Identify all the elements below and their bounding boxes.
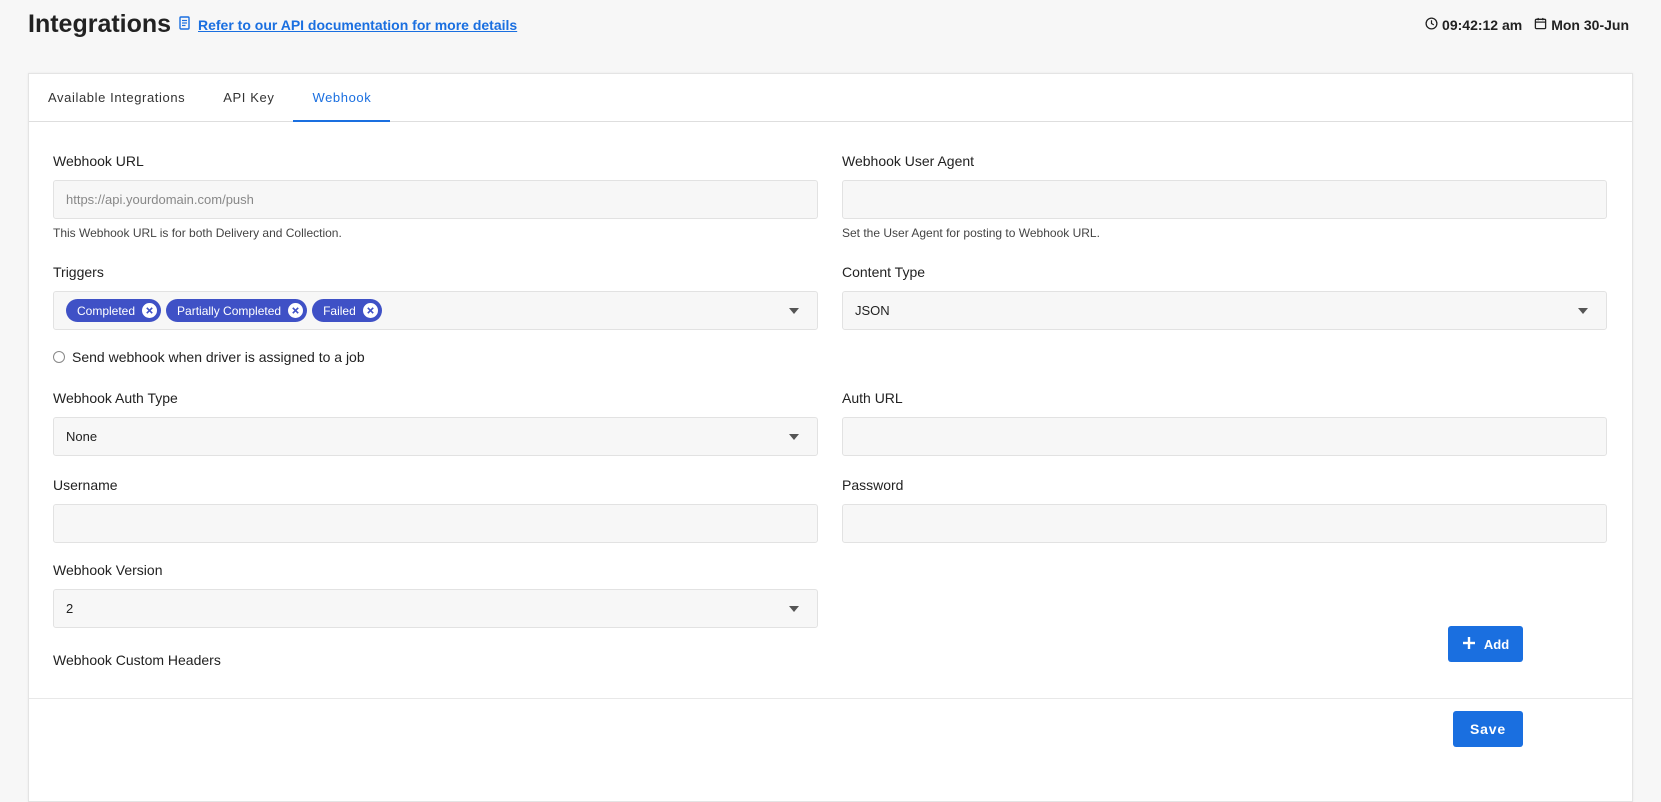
footer-divider — [29, 698, 1632, 699]
custom-headers-label: Webhook Custom Headers — [53, 652, 221, 668]
tab-api-key[interactable]: API Key — [204, 74, 293, 121]
trigger-chip: Failed — [312, 299, 382, 322]
document-icon — [178, 16, 192, 33]
trigger-chip: Partially Completed — [166, 299, 308, 322]
user-agent-label: Webhook User Agent — [842, 153, 975, 169]
content-type-select[interactable]: JSON — [842, 291, 1607, 330]
current-date: Mon 30-Jun — [1551, 17, 1629, 33]
auth-url-input[interactable] — [842, 417, 1607, 456]
page-header: Integrations Refer to our API documentat… — [0, 0, 1661, 52]
content-type-label: Content Type — [842, 264, 926, 280]
api-docs-link-text: Refer to our API documentation for more … — [198, 16, 518, 33]
webhook-url-input[interactable] — [53, 180, 818, 219]
chevron-down-icon — [789, 606, 799, 612]
current-time: 09:42:12 am — [1442, 17, 1523, 33]
add-header-button[interactable]: Add — [1448, 626, 1523, 662]
remove-chip-icon[interactable] — [142, 303, 158, 318]
calendar-icon — [1534, 17, 1547, 33]
driver-assigned-checkbox-label: Send webhook when driver is assigned to … — [72, 349, 365, 365]
chevron-down-icon — [1578, 308, 1588, 314]
tab-bar: Available Integrations API Key Webhook — [29, 74, 1632, 122]
chevron-down-icon — [789, 434, 799, 440]
webhook-url-label: Webhook URL — [53, 153, 144, 169]
datetime-display: 09:42:12 am Mon 30-Jun — [1425, 17, 1629, 33]
api-docs-link[interactable]: Refer to our API documentation for more … — [178, 16, 517, 33]
remove-chip-icon[interactable] — [362, 303, 378, 318]
driver-assigned-checkbox-row[interactable]: Send webhook when driver is assigned to … — [53, 349, 365, 365]
tab-available-integrations[interactable]: Available Integrations — [29, 74, 204, 121]
trigger-chip-label: Failed — [323, 303, 356, 318]
user-agent-helper: Set the User Agent for posting to Webhoo… — [842, 226, 1100, 240]
password-label: Password — [842, 477, 904, 493]
driver-assigned-checkbox[interactable] — [53, 351, 65, 363]
username-input[interactable] — [53, 504, 818, 543]
chevron-down-icon — [789, 308, 799, 314]
plus-icon — [1462, 636, 1476, 653]
webhook-url-helper: This Webhook URL is for both Delivery an… — [53, 226, 342, 240]
trigger-chip-label: Completed — [77, 303, 136, 318]
save-button[interactable]: Save — [1453, 711, 1523, 747]
password-input[interactable] — [842, 504, 1607, 543]
user-agent-input[interactable] — [842, 180, 1607, 219]
triggers-select[interactable]: Completed Partially Completed Failed — [53, 291, 818, 330]
content-type-value: JSON — [855, 303, 890, 318]
triggers-label: Triggers — [53, 264, 104, 280]
page-title: Integrations — [28, 10, 172, 38]
webhook-version-value: 2 — [66, 601, 74, 616]
webhook-version-select[interactable]: 2 — [53, 589, 818, 628]
add-header-button-label: Add — [1483, 636, 1510, 652]
trigger-chip: Completed — [66, 299, 162, 322]
auth-type-select[interactable]: None — [53, 417, 818, 456]
auth-type-value: None — [66, 429, 98, 444]
auth-type-label: Webhook Auth Type — [53, 390, 178, 406]
remove-chip-icon[interactable] — [288, 303, 304, 318]
clock-icon — [1425, 17, 1438, 33]
webhook-version-label: Webhook Version — [53, 562, 163, 578]
auth-url-label: Auth URL — [842, 390, 903, 406]
tab-webhook[interactable]: Webhook — [293, 74, 391, 122]
trigger-chip-label: Partially Completed — [177, 303, 282, 318]
integrations-card: Available Integrations API Key Webhook W… — [28, 73, 1633, 802]
username-label: Username — [53, 477, 118, 493]
